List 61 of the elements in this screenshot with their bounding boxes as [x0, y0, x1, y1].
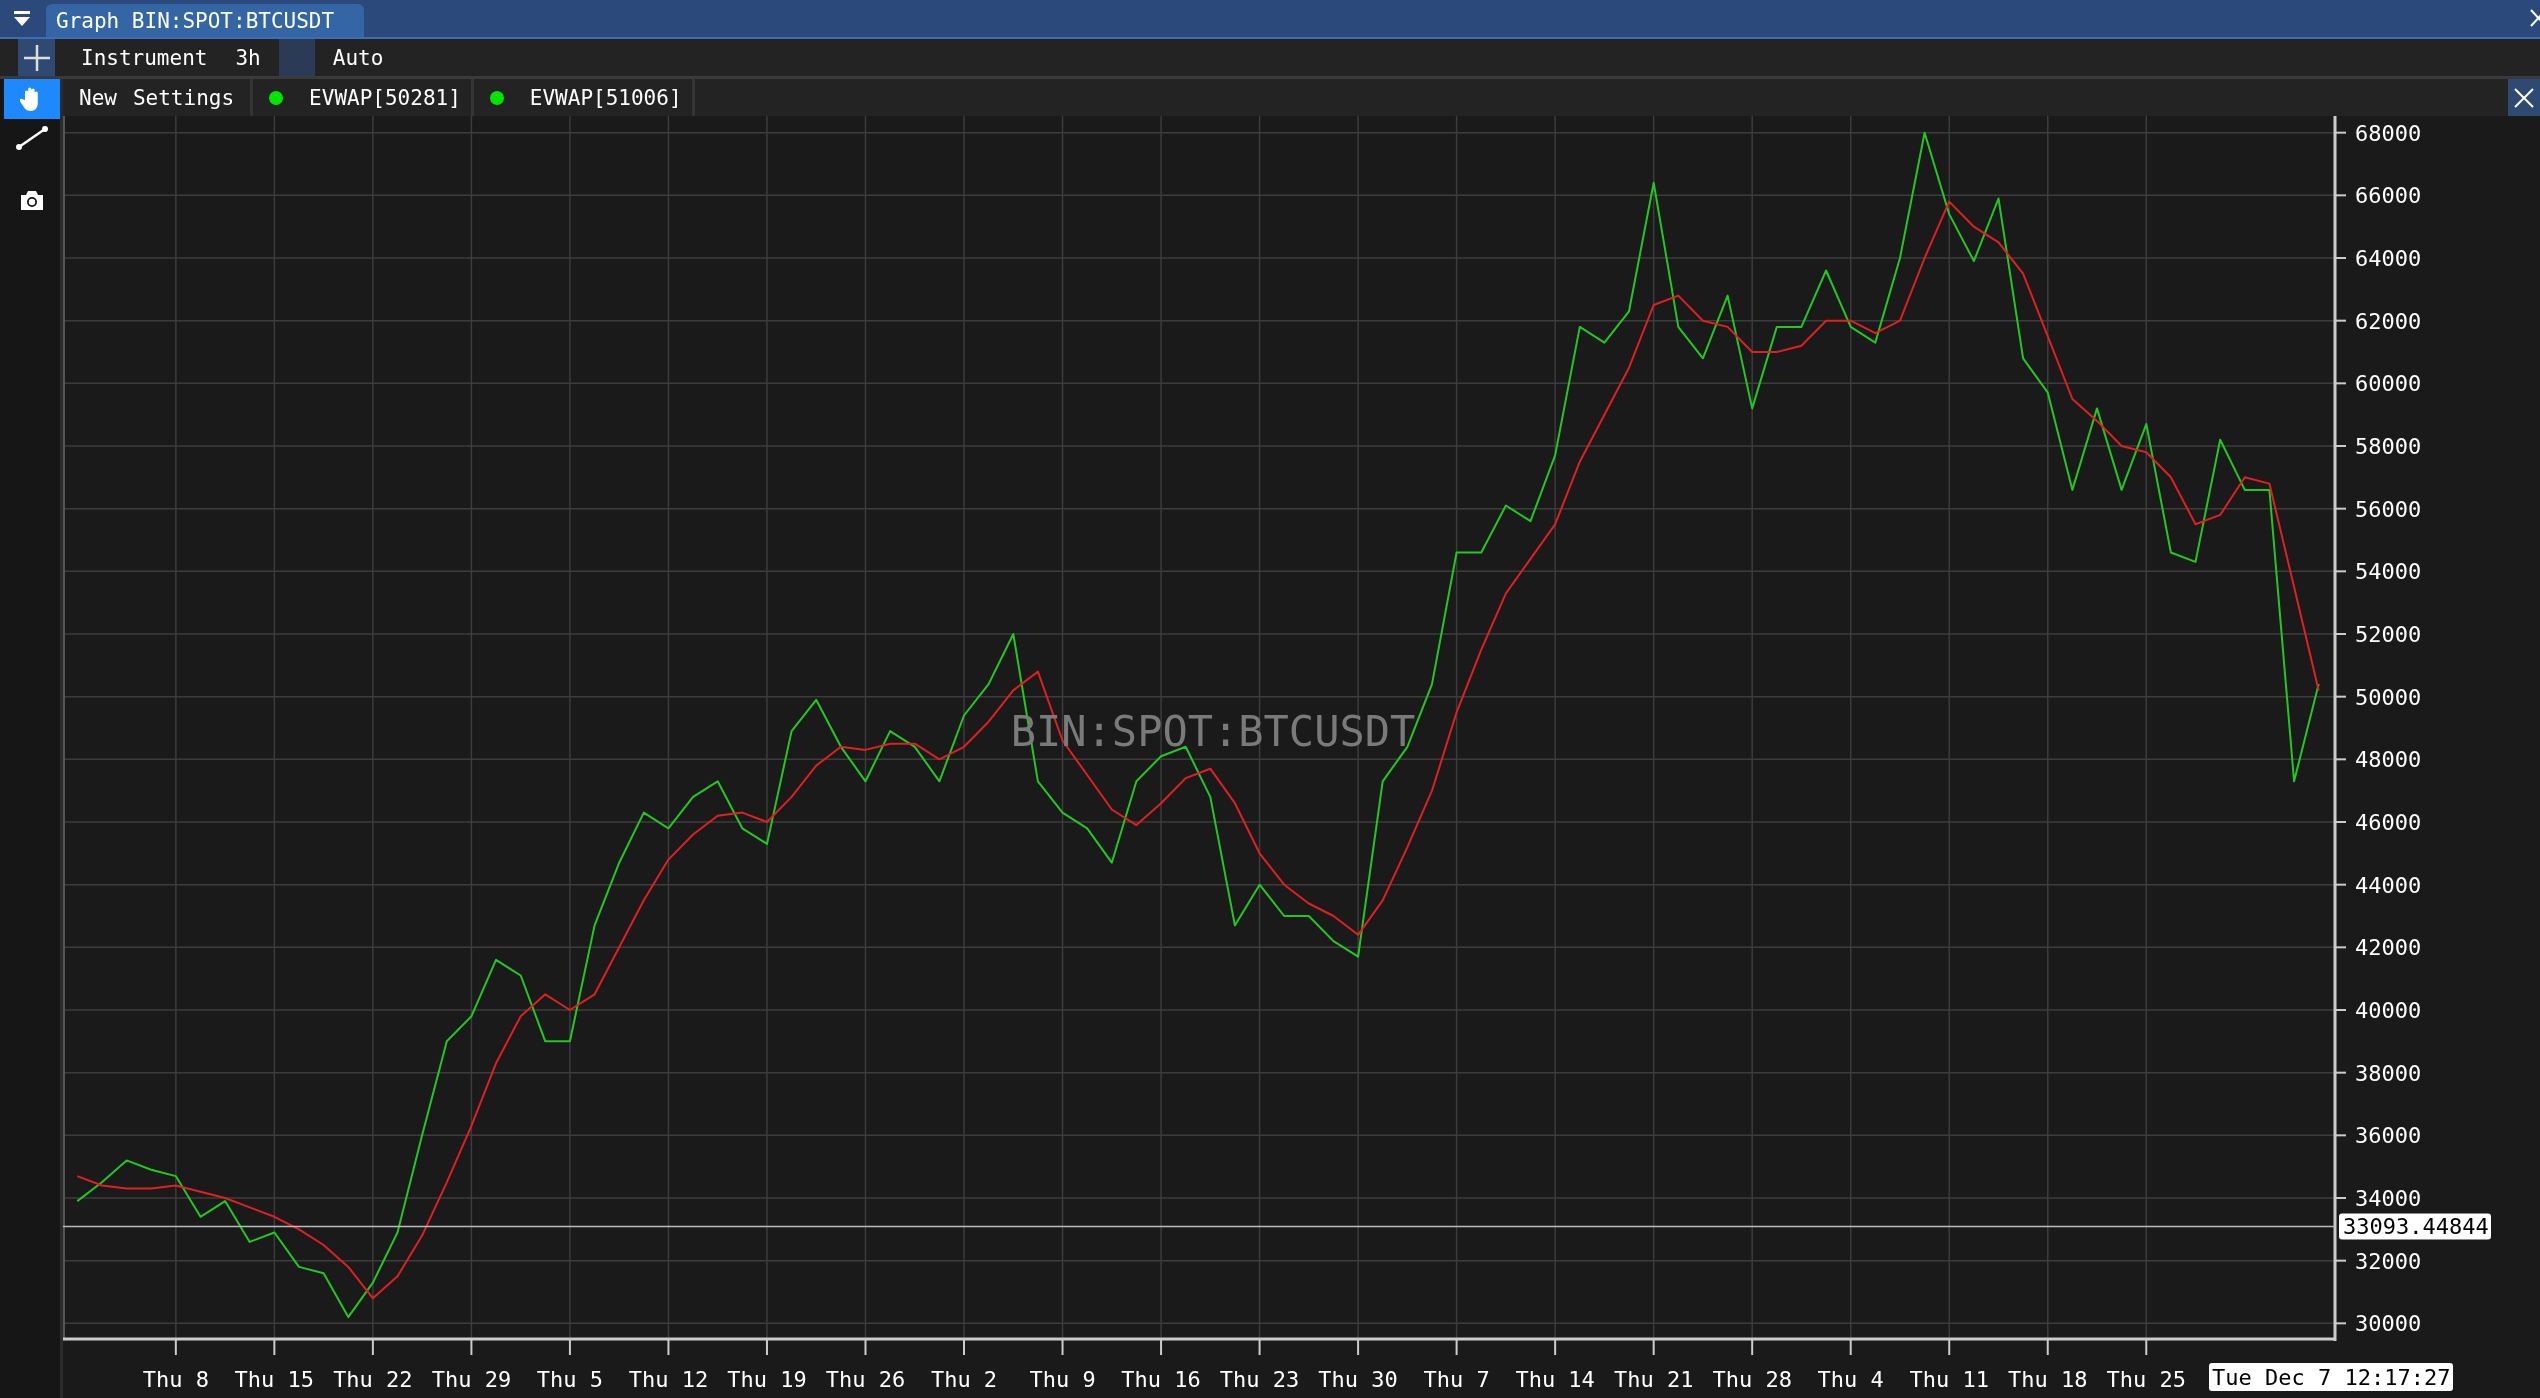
- y-axis-label: 68000: [2355, 120, 2422, 146]
- menu-button[interactable]: Settings: [124, 85, 243, 110]
- crosshair-value-label: 33093.44844: [2339, 1213, 2491, 1240]
- window-title[interactable]: Graph BIN:SPOT:BTCUSDT: [46, 4, 365, 37]
- add-button[interactable]: [18, 39, 55, 76]
- camera-icon: [19, 189, 45, 211]
- x-axis-label: Thu 15: [234, 1367, 315, 1392]
- close-icon: [2513, 86, 2535, 109]
- toggle-button[interactable]: [278, 39, 315, 76]
- y-axis-label: 54000: [2355, 559, 2422, 585]
- y-axis-label: 46000: [2355, 810, 2422, 835]
- menu-button[interactable]: New: [71, 85, 125, 110]
- x-axis-label: Thu 28: [1712, 1367, 1792, 1392]
- x-axis-label: Thu 5: [536, 1367, 604, 1392]
- x-axis-label: Thu 16: [1121, 1367, 1201, 1392]
- y-axis-label: 32000: [2355, 1248, 2422, 1274]
- x-axis-label: Thu 29: [431, 1367, 512, 1392]
- x-axis-label: Thu 18: [2008, 1367, 2088, 1392]
- y-axis-label: 56000: [2355, 496, 2422, 522]
- status-dot[interactable]: [489, 90, 504, 105]
- y-axis-label: 60000: [2355, 371, 2422, 397]
- legend-label[interactable]: EVWAP[51006]: [529, 85, 682, 110]
- toolbar-button[interactable]: Instrument: [67, 39, 222, 76]
- x-axis-label: Thu 30: [1318, 1367, 1398, 1392]
- x-axis-label: Thu 7: [1423, 1367, 1490, 1392]
- x-axis-label: Thu 19: [727, 1367, 807, 1392]
- x-axis-label: Thu 21: [1613, 1367, 1694, 1392]
- x-axis-label: Thu 8: [142, 1367, 209, 1392]
- toolbar-button[interactable]: Auto: [318, 39, 398, 76]
- close-icon[interactable]: [2530, 9, 2540, 27]
- y-axis-label: 36000: [2355, 1123, 2422, 1149]
- y-axis-label: 64000: [2355, 246, 2422, 271]
- status-dot[interactable]: [269, 90, 284, 105]
- y-axis-label: 38000: [2355, 1060, 2422, 1086]
- x-axis-label: Thu 11: [1909, 1367, 1989, 1392]
- y-axis-label: 52000: [2355, 622, 2422, 647]
- y-axis-label: 34000: [2355, 1186, 2422, 1211]
- y-axis-label: 30000: [2355, 1311, 2422, 1337]
- y-axis-label: 58000: [2355, 434, 2422, 459]
- x-axis-label: Thu 23: [1219, 1367, 1300, 1392]
- line-tool-icon: [15, 125, 49, 151]
- y-axis-label: 44000: [2355, 872, 2422, 898]
- x-axis-label: Thu 2: [930, 1367, 998, 1392]
- y-axis-label: 42000: [2355, 935, 2422, 961]
- crosshair-time-label: Tue Dec 7 12:17:27: [2209, 1363, 2453, 1391]
- x-axis-label: Thu 22: [333, 1367, 413, 1392]
- y-axis-label: 48000: [2355, 747, 2422, 773]
- close-button[interactable]: [2508, 79, 2540, 116]
- x-axis-label: Thu 14: [1515, 1367, 1595, 1392]
- x-axis-label: Thu 25: [2106, 1367, 2186, 1392]
- plus-icon: [22, 43, 51, 72]
- x-axis-label: Thu 9: [1029, 1367, 1096, 1392]
- toolbar-button[interactable]: 3h: [221, 39, 275, 76]
- y-axis-label: 40000: [2355, 998, 2422, 1023]
- y-axis-label: 62000: [2355, 308, 2422, 334]
- y-axis-label: 66000: [2355, 183, 2422, 209]
- x-axis-label: Thu 12: [628, 1367, 709, 1392]
- x-axis-label: Thu 4: [1817, 1367, 1884, 1392]
- x-axis-label: Thu 26: [825, 1367, 906, 1392]
- legend-label[interactable]: EVWAP[50281]: [309, 85, 461, 110]
- y-axis-label: 50000: [2355, 684, 2422, 710]
